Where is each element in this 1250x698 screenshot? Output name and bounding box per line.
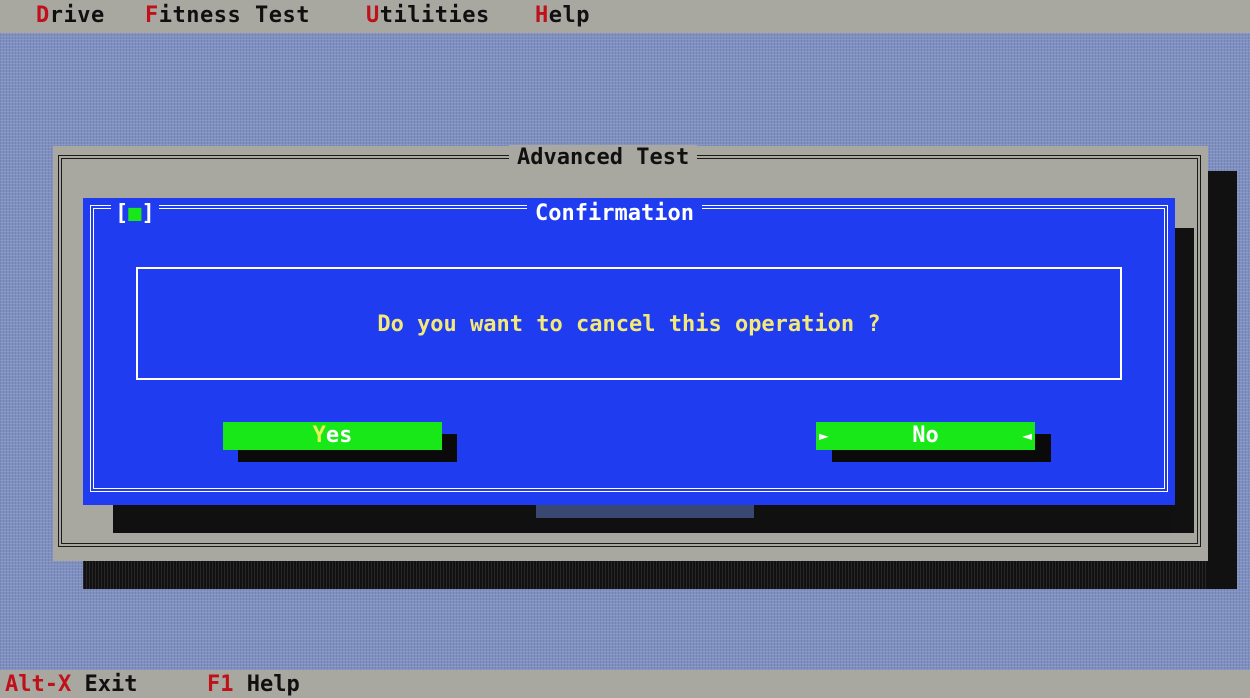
yes-button[interactable]: Yes: [223, 422, 442, 450]
yes-label: es: [325, 423, 353, 448]
menu-help[interactable]: Help: [535, 3, 590, 28]
menu-fitness-test[interactable]: Fitness Test: [145, 3, 310, 28]
menu-utilities-hotkey: U: [366, 3, 380, 28]
menu-drive[interactable]: Drive: [36, 3, 105, 28]
menu-help-hotkey: H: [535, 3, 549, 28]
close-icon: ■: [128, 201, 142, 226]
no-button[interactable]: ► No ◄: [816, 422, 1035, 450]
menu-bar: Drive Fitness Test Utilities Help: [0, 0, 1250, 33]
menu-drive-label: rive: [49, 3, 105, 28]
focus-right-arrow-icon: ►: [819, 426, 829, 445]
advanced-right-panel: [1172, 228, 1194, 533]
status-help[interactable]: F1 Help: [207, 672, 300, 697]
status-exit-label: Exit: [84, 672, 138, 697]
status-bar: Alt-X Exit F1 Help: [0, 670, 1250, 698]
close-button[interactable]: [■]: [111, 201, 159, 226]
status-help-label: Help: [246, 672, 300, 697]
close-bracket-left: [: [115, 201, 129, 226]
menu-utilities[interactable]: Utilities: [366, 3, 490, 28]
advanced-test-title: Advanced Test: [509, 145, 698, 170]
yes-hotkey: Y: [312, 423, 326, 448]
menu-fitness-hotkey: F: [145, 3, 159, 28]
no-label: No: [912, 423, 939, 448]
focus-left-arrow-icon: ◄: [1022, 426, 1032, 445]
menu-help-label: elp: [548, 3, 590, 28]
status-help-key: F1: [207, 672, 234, 697]
advanced-progress-bar: [536, 504, 754, 518]
confirmation-title: Confirmation: [527, 201, 702, 226]
status-exit[interactable]: Alt-X Exit: [5, 672, 137, 697]
advanced-window-shadow-right: [1207, 171, 1237, 589]
menu-fitness-label: itness Test: [158, 3, 310, 28]
menu-utilities-label: tilities: [379, 3, 490, 28]
close-bracket-right: ]: [141, 201, 155, 226]
confirmation-message: Do you want to cancel this operation ?: [377, 312, 881, 337]
status-exit-key: Alt-X: [5, 672, 72, 697]
menu-drive-hotkey: D: [36, 3, 50, 28]
